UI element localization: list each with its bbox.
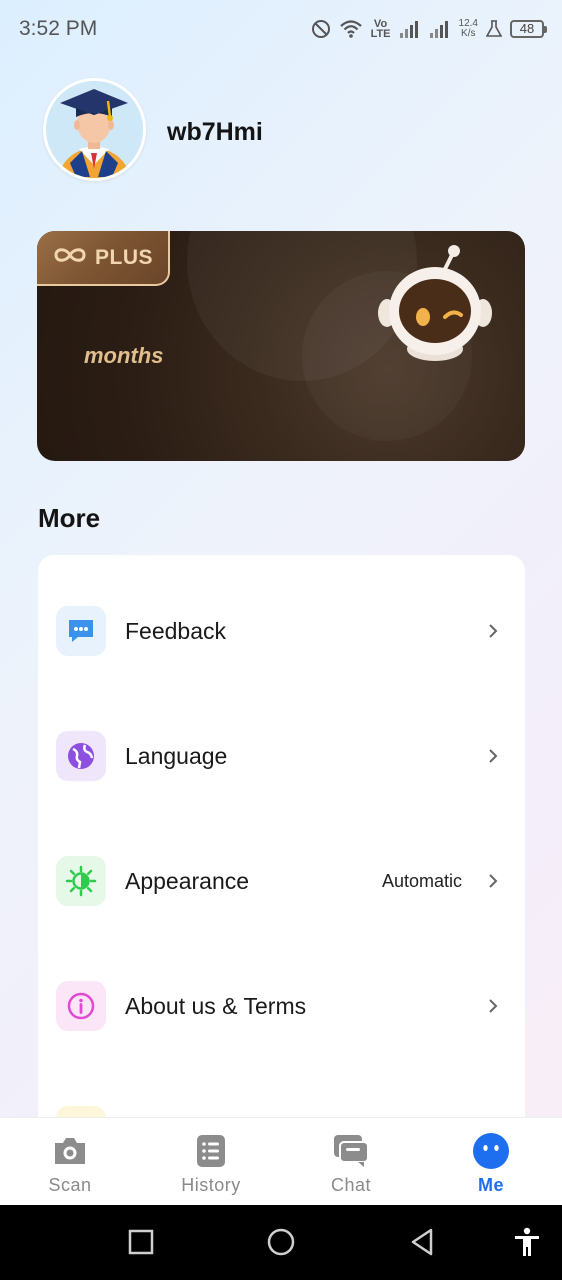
bottom-nav: Scan History Chat Me bbox=[0, 1117, 562, 1205]
network-speed: 12.4 K/s bbox=[459, 19, 478, 39]
list-icon bbox=[192, 1132, 230, 1170]
infinity-icon bbox=[53, 246, 87, 269]
nav-tab-me[interactable]: Me bbox=[441, 1118, 541, 1206]
nav-label: History bbox=[181, 1175, 241, 1195]
avatar[interactable] bbox=[43, 78, 146, 181]
section-title-more: More bbox=[38, 503, 101, 533]
more-menu-card: Feedback Language Appearance Automatic A… bbox=[38, 555, 525, 1156]
menu-item-label: About us & Terms bbox=[125, 992, 307, 1019]
nav-tab-scan[interactable]: Scan bbox=[20, 1118, 120, 1206]
plus-badge-label: PLUS bbox=[95, 245, 154, 269]
volte-indicator: Vo LTE bbox=[370, 19, 391, 40]
menu-item-appearance[interactable]: Appearance Automatic bbox=[38, 841, 525, 921]
home-button[interactable] bbox=[264, 1225, 298, 1259]
chat-icon bbox=[332, 1132, 370, 1170]
status-bar: 3:52 PM Vo LTE 12.4 K/s 48 bbox=[0, 0, 562, 58]
menu-item-about-terms[interactable]: About us & Terms bbox=[38, 966, 525, 1046]
nav-label: Chat bbox=[330, 1175, 372, 1195]
feedback-icon bbox=[56, 606, 106, 656]
battery-indicator: 48 bbox=[510, 20, 547, 38]
menu-item-label: Appearance bbox=[125, 867, 250, 894]
back-button[interactable] bbox=[405, 1225, 439, 1259]
chevron-right-icon bbox=[487, 748, 499, 764]
chevron-right-icon bbox=[487, 873, 499, 889]
globe-icon bbox=[56, 731, 106, 781]
menu-item-feedback[interactable]: Feedback bbox=[38, 591, 525, 671]
chevron-right-icon bbox=[487, 998, 499, 1014]
status-icons: Vo LTE 12.4 K/s 48 bbox=[311, 19, 547, 40]
status-time: 3:52 PM bbox=[19, 17, 98, 40]
robot-mascot-icon bbox=[373, 241, 497, 365]
me-icon bbox=[472, 1132, 510, 1170]
chevron-right-icon bbox=[487, 623, 499, 639]
volte-bottom-text: LTE bbox=[370, 28, 391, 40]
flask-icon bbox=[486, 20, 502, 38]
plus-badge: PLUS bbox=[37, 231, 170, 286]
nav-tab-chat[interactable]: Chat bbox=[301, 1118, 401, 1206]
do-not-disturb-icon bbox=[311, 19, 331, 39]
system-navigation-bar bbox=[0, 1205, 562, 1280]
signal-icon-2 bbox=[429, 19, 451, 39]
signal-icon-1 bbox=[399, 19, 421, 39]
nav-label: Me bbox=[477, 1175, 504, 1195]
recent-apps-button[interactable] bbox=[124, 1225, 158, 1259]
nav-tab-history[interactable]: History bbox=[161, 1118, 261, 1206]
plus-subscription-card[interactable]: PLUS months bbox=[37, 231, 525, 461]
camera-icon bbox=[51, 1132, 89, 1170]
menu-item-label: Language bbox=[125, 742, 228, 769]
nav-label: Scan bbox=[48, 1175, 92, 1195]
wifi-icon bbox=[339, 19, 363, 39]
menu-item-language[interactable]: Language bbox=[38, 716, 525, 796]
plus-months-text: months bbox=[84, 343, 164, 368]
menu-item-label: Feedback bbox=[125, 617, 227, 644]
username: wb7Hmi bbox=[167, 118, 263, 146]
graduate-avatar-icon bbox=[46, 81, 143, 178]
appearance-value: Automatic bbox=[381, 870, 462, 891]
info-icon bbox=[56, 981, 106, 1031]
accessibility-icon[interactable] bbox=[510, 1225, 544, 1259]
speed-unit: K/s bbox=[461, 28, 476, 39]
sun-icon bbox=[56, 856, 106, 906]
